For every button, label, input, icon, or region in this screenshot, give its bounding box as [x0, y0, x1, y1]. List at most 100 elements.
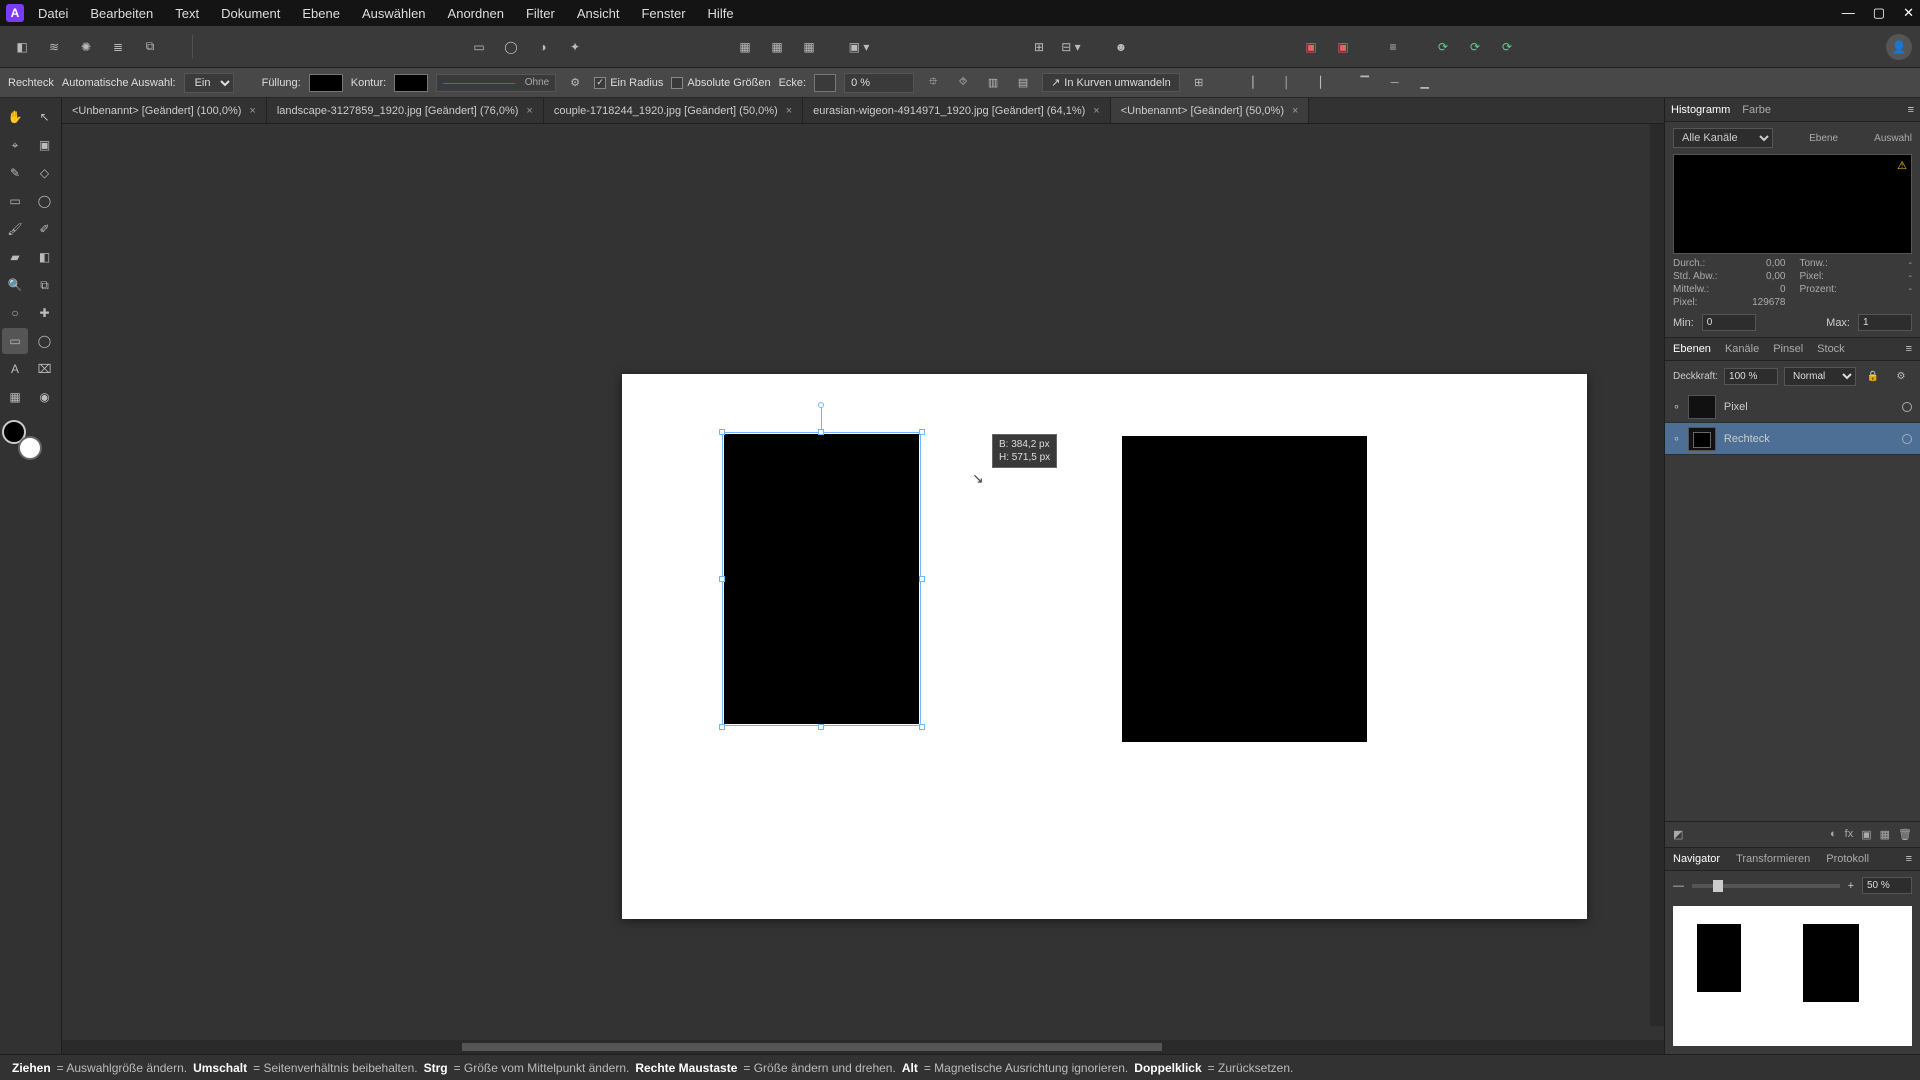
close-button[interactable]: ✕: [1903, 5, 1914, 21]
align-center-h-icon[interactable]: ⯐: [922, 72, 944, 94]
corner-value-input[interactable]: [844, 73, 914, 93]
canvas[interactable]: B: 384,2 px H: 571,5 px ↘: [62, 124, 1664, 1040]
clone-tool[interactable]: ⧉: [32, 272, 58, 298]
menu-ebene[interactable]: Ebene: [302, 6, 340, 21]
geometry-divide-icon[interactable]: ⊞: [1188, 72, 1210, 94]
selection-mode-1-icon[interactable]: ▭: [465, 33, 493, 61]
adjustment-layer-icon[interactable]: ◐: [1830, 828, 1837, 841]
single-radius-checkbox[interactable]: ✓Ein Radius: [594, 77, 663, 89]
assistant-icon[interactable]: ☻: [1107, 33, 1135, 61]
close-icon[interactable]: ×: [786, 105, 792, 117]
doc-tab-0[interactable]: <Unbenannt> [Geändert] (100,0%)×: [62, 98, 267, 123]
grid-2-icon[interactable]: ▦: [763, 33, 791, 61]
menu-hilfe[interactable]: Hilfe: [708, 6, 734, 21]
arrange-front-icon[interactable]: ▣: [1329, 33, 1357, 61]
arrange-back-icon[interactable]: ▣: [1297, 33, 1325, 61]
minimize-button[interactable]: —: [1842, 5, 1855, 21]
menu-dokument[interactable]: Dokument: [221, 6, 280, 21]
color-well[interactable]: [2, 420, 42, 460]
absolute-sizes-checkbox[interactable]: Absolute Größen: [671, 77, 770, 89]
snap-options-dropdown[interactable]: ⊟ ▾: [1057, 33, 1085, 61]
panel-menu-icon[interactable]: ≡: [1908, 104, 1914, 116]
channel-dropdown[interactable]: Alle Kanäle: [1673, 128, 1773, 148]
scope-layer-chip[interactable]: Ebene: [1809, 133, 1838, 144]
background-color[interactable]: [18, 436, 42, 460]
hand-tool[interactable]: ✋: [2, 104, 28, 130]
stroke-swatch[interactable]: [394, 74, 428, 92]
selection-mode-3-icon[interactable]: ◑: [529, 33, 557, 61]
align-top-icon[interactable]: ▔: [1354, 72, 1376, 94]
tab-channels[interactable]: Kanäle: [1725, 343, 1759, 355]
brush-tool[interactable]: 🖌: [2, 216, 28, 242]
auto-select-dropdown[interactable]: Ein: [184, 73, 234, 93]
handle-bl[interactable]: [719, 724, 725, 730]
align-bottom-icon[interactable]: ▁: [1414, 72, 1436, 94]
persona-develop-icon[interactable]: ✺: [72, 33, 100, 61]
warning-icon[interactable]: ⚠: [1897, 159, 1907, 172]
align-vcenter-icon[interactable]: ─: [1384, 72, 1406, 94]
dodge-tool[interactable]: ○: [2, 300, 28, 326]
horizontal-scrollbar[interactable]: [62, 1040, 1664, 1054]
maximize-button[interactable]: ▢: [1873, 5, 1885, 21]
tab-brushes[interactable]: Pinsel: [1773, 343, 1803, 355]
rectangle-tool[interactable]: ▭: [2, 328, 28, 354]
tab-stock[interactable]: Stock: [1817, 343, 1845, 355]
close-icon[interactable]: ×: [1292, 105, 1298, 117]
menu-anordnen[interactable]: Anordnen: [448, 6, 504, 21]
handle-br[interactable]: [919, 724, 925, 730]
tab-color[interactable]: Farbe: [1742, 104, 1771, 116]
menu-ansicht[interactable]: Ansicht: [577, 6, 620, 21]
align-right-icon[interactable]: ▕: [1306, 72, 1328, 94]
tab-histogram[interactable]: Histogramm: [1671, 104, 1730, 116]
tab-layers[interactable]: Ebenen: [1673, 343, 1711, 355]
crop-dropdown[interactable]: ▣ ▾: [845, 33, 873, 61]
layer-options-icon[interactable]: ⚙: [1890, 365, 1912, 387]
menu-bearbeiten[interactable]: Bearbeiten: [90, 6, 153, 21]
persona-photo-icon[interactable]: ◧: [8, 33, 36, 61]
new-layer-icon[interactable]: ▦: [1880, 828, 1890, 841]
zoom-input[interactable]: [1862, 877, 1912, 894]
zoom-tool[interactable]: 🔍: [2, 272, 28, 298]
menu-datei[interactable]: Datei: [38, 6, 68, 21]
gradient-tool[interactable]: ◧: [32, 244, 58, 270]
mesh-tool[interactable]: ▦: [2, 384, 28, 410]
panel-menu-icon[interactable]: ≡: [1906, 343, 1912, 355]
sync-2-icon[interactable]: ⟳: [1461, 33, 1489, 61]
delete-layer-icon[interactable]: 🗑: [1898, 828, 1912, 841]
zoom-in-icon[interactable]: +: [1848, 880, 1854, 892]
align-hcenter-icon[interactable]: │: [1276, 72, 1298, 94]
persona-tone-icon[interactable]: ≣: [104, 33, 132, 61]
sync-3-icon[interactable]: ⟳: [1493, 33, 1521, 61]
group-layer-icon[interactable]: ▣: [1861, 828, 1871, 841]
navigator-preview[interactable]: [1673, 906, 1912, 1046]
stroke-width-widget[interactable]: Ohne: [436, 74, 556, 92]
handle-ml[interactable]: [719, 576, 725, 582]
healing-tool[interactable]: ✚: [32, 300, 58, 326]
layer-lock-icon[interactable]: 🔒: [1862, 365, 1884, 387]
close-icon[interactable]: ×: [526, 105, 532, 117]
marquee-tool[interactable]: ▭: [2, 188, 28, 214]
pencil-tool[interactable]: ✐: [32, 216, 58, 242]
crop-tool[interactable]: ▣: [32, 132, 58, 158]
doc-tab-2[interactable]: couple-1718244_1920.jpg [Geändert] (50,0…: [544, 98, 803, 123]
menu-filter[interactable]: Filter: [526, 6, 555, 21]
align-center-v-icon[interactable]: ⯑: [952, 72, 974, 94]
min-input[interactable]: [1702, 314, 1756, 331]
layer-row-rechteck[interactable]: ∘ Rechteck: [1665, 423, 1920, 455]
layer-dot-icon[interactable]: ∘: [1673, 400, 1680, 413]
pen-tool[interactable]: ✎: [2, 160, 28, 186]
visibility-toggle[interactable]: [1902, 402, 1912, 412]
menu-auswaehlen[interactable]: Auswählen: [362, 6, 426, 21]
blend-mode-dropdown[interactable]: Normal: [1784, 367, 1856, 386]
grid-1-icon[interactable]: ▦: [731, 33, 759, 61]
handle-tr[interactable]: [919, 429, 925, 435]
color-picker-tool[interactable]: ⌖: [2, 132, 28, 158]
sync-1-icon[interactable]: ⟳: [1429, 33, 1457, 61]
tab-history[interactable]: Protokoll: [1826, 853, 1869, 865]
layer-row-pixel[interactable]: ∘ Pixel: [1665, 391, 1920, 423]
ellipse-tool[interactable]: ◯: [32, 328, 58, 354]
fx-layer-icon[interactable]: fx: [1845, 828, 1854, 841]
move-tool[interactable]: ↖: [32, 104, 58, 130]
menu-fenster[interactable]: Fenster: [641, 6, 685, 21]
mask-layer-icon[interactable]: ◩: [1673, 828, 1683, 841]
